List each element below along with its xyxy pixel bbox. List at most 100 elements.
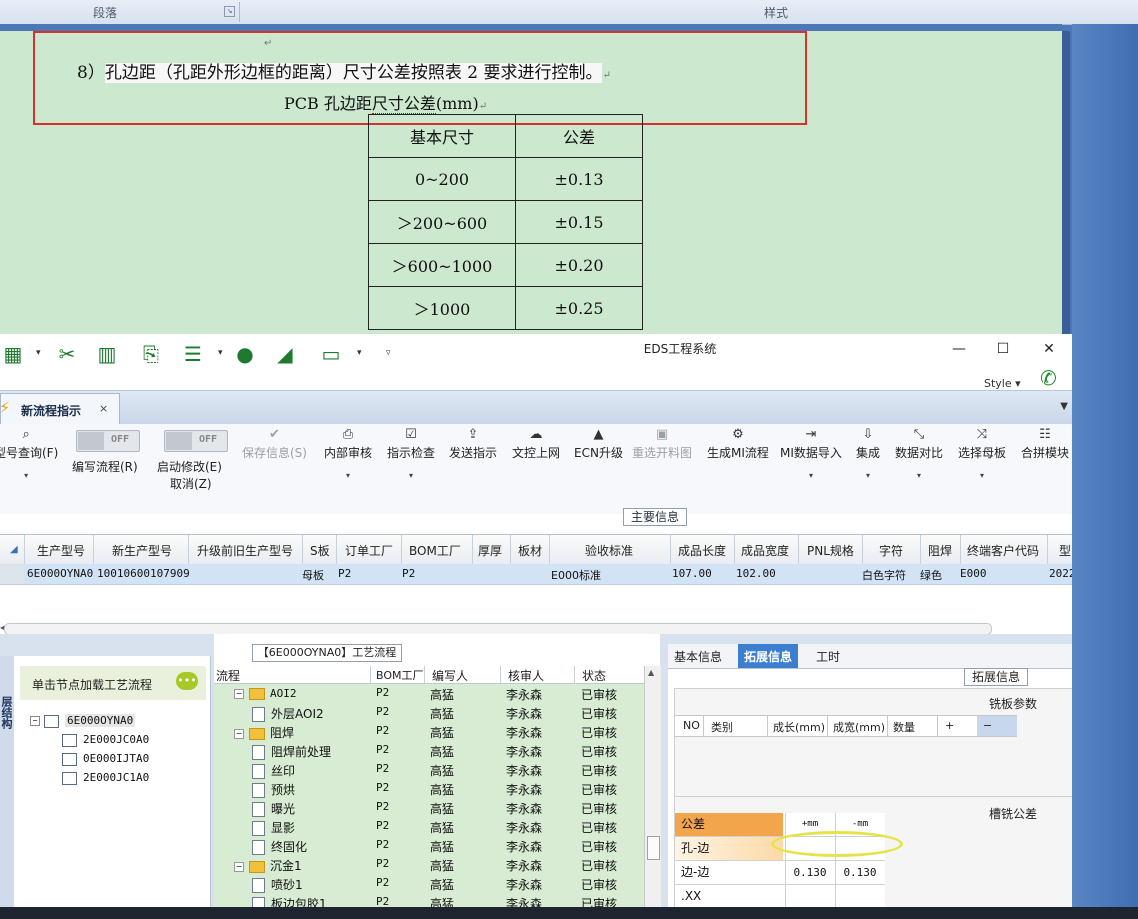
table-cell[interactable]: 公差 [515,114,643,158]
column-header[interactable]: 订单工厂 [345,542,393,559]
cell-s-board[interactable]: 母板 [302,567,324,583]
cancel-button[interactable]: 取消(Z) [170,475,212,492]
table-row[interactable]: 6E000OYNA0 10010600107909 母板 P2 P2 E000标… [0,564,1072,585]
column-header[interactable]: 编写人 [432,667,468,684]
select-mother-board-button[interactable]: ⤨ 选择母板 ▾ [958,426,1006,480]
scissors-icon[interactable]: ✂ [54,342,80,366]
cell-customer[interactable]: E000 [960,567,987,580]
flow-row[interactable]: − AOI2 P2 高猛 李永森 已审核 [214,684,644,703]
column-header[interactable]: 数量 [893,719,915,735]
tree-node-child[interactable]: 2E000JC1A0 [62,771,149,785]
tolerance-table[interactable]: 基本尺寸 公差 0~200 ±0.13 ＞200~600 ±0.15 ＞600~… [368,114,643,330]
flow-row[interactable]: 预烘 P2 高猛 李永森 已审核 [214,779,644,798]
tab-work-hours[interactable]: 工时 [816,648,840,665]
collapse-icon[interactable]: − [234,728,244,739]
close-tab-icon[interactable]: × [99,402,108,415]
flow-row[interactable]: − 沉金1 P2 高猛 李永森 已审核 [214,855,644,874]
flow-row[interactable]: − 阻焊 P2 高猛 李永森 已审核 [214,722,644,741]
column-header[interactable]: 成品长度 [678,542,726,559]
column-header[interactable]: BOM工厂 [376,667,424,683]
row-selector[interactable] [0,564,24,584]
cell-width[interactable]: 102.00 [736,567,776,580]
column-header[interactable]: 新生产型号 [112,542,172,559]
column-header[interactable]: 成长(mm) [773,719,825,735]
monitor-icon[interactable]: ▭ [318,342,344,366]
grid-icon[interactable]: ▦ [0,342,26,366]
user-icon[interactable]: ● [232,342,258,366]
add-row-button[interactable]: + [945,719,954,732]
column-header[interactable]: 升级前旧生产型号 [197,542,293,559]
flow-row[interactable]: 外层AOI2 P2 高猛 李永森 已审核 [214,703,644,722]
tolerance-minus-input[interactable]: 0.130 [835,861,884,884]
column-header[interactable]: 生产型号 [37,542,85,559]
tab-new-flow-instruction[interactable]: ⚡ 新流程指示 × [0,393,120,426]
list-icon[interactable]: ☰ [180,342,206,366]
cell-new-model[interactable]: 10010600107909 [97,567,190,580]
cell-mask[interactable]: 绿色 [920,567,942,583]
collapse-icon[interactable]: − [234,861,244,872]
remove-row-button[interactable]: − [977,716,1017,736]
vertical-scrollbar[interactable]: ▲ [644,666,661,919]
film-icon[interactable]: ▥ [94,342,120,366]
table-cell[interactable]: ±0.25 [515,286,643,330]
model-query-button[interactable]: ⌕ 型号查询(F) ▾ [0,426,58,480]
tolerance-plus-input[interactable]: 0.130 [785,861,834,884]
tab-extension-info[interactable]: 拓展信息 [738,644,799,668]
cell-extra[interactable]: 2022 [1049,567,1072,580]
clipboard-icon[interactable]: ⎘ [138,342,164,366]
send-instruction-button[interactable]: ⇪ 发送指示 [449,426,497,461]
tree-node-child[interactable]: 2E000JC0A0 [62,733,149,747]
chevron-down-icon[interactable]: ▾ [357,348,362,358]
tolerance-minus-input[interactable] [835,885,884,908]
chevron-down-icon[interactable]: ▾ [36,348,41,358]
tree-node-child[interactable]: 0E000IJTA0 [62,752,149,766]
column-header[interactable]: PNL规格 [807,542,854,559]
upload-docs-button[interactable]: ☁ 文控上网 [512,426,560,461]
chevron-down-icon[interactable]: ▾ [218,348,223,358]
table-cell[interactable]: ±0.20 [515,243,643,287]
scroll-thumb[interactable] [647,836,660,860]
minimize-button[interactable]: — [945,340,973,358]
flow-row[interactable]: 丝印 P2 高猛 李永森 已审核 [214,760,644,779]
cell-char[interactable]: 白色字符 [862,567,906,583]
column-header[interactable]: 类别 [711,719,733,735]
flow-row[interactable]: 终固化 P2 高猛 李永森 已审核 [214,836,644,855]
quick-access-dropdown-icon[interactable]: ▿ [386,348,391,358]
table-cell[interactable]: ＞600~1000 [368,243,516,287]
table-cell[interactable]: ±0.13 [515,157,643,201]
column-header[interactable]: 流程 [216,667,240,684]
column-header[interactable]: 板材 [518,542,542,559]
phone-icon[interactable]: ✆ [1040,366,1057,390]
table-cell[interactable]: ＞200~600 [368,200,516,244]
cell-length[interactable]: 107.00 [672,567,712,580]
dialog-launcher-icon[interactable]: ↘ [224,6,235,17]
table-cell[interactable]: ±0.15 [515,200,643,244]
column-header[interactable]: 阻焊 [928,542,952,559]
cell-model[interactable]: 6E000OYNA0 [27,567,93,580]
save-info-button[interactable]: ✔ 保存信息(S) [242,426,307,461]
column-header[interactable]: 成宽(mm) [833,719,885,735]
column-header[interactable]: 终端客户代码 [967,542,1039,559]
collapse-icon[interactable]: − [30,716,40,726]
collapse-icon[interactable]: − [234,688,244,699]
tolerance-row[interactable]: 边-边 0.130 0.130 [675,861,885,885]
cell-standard[interactable]: E000标准 [551,567,601,583]
flow-row[interactable]: 阻焊前处理 P2 高猛 李永森 已审核 [214,741,644,760]
integrate-button[interactable]: ⇩ 集成 ▾ [856,426,880,480]
internal-review-button[interactable]: ⎙ 内部审核 ▾ [324,426,372,480]
scroll-up-icon[interactable]: ▲ [648,668,654,677]
ecn-upgrade-button[interactable]: ▲ ECN升级 [574,426,623,461]
flow-row[interactable]: 喷砂1 P2 高猛 李永森 已审核 [214,874,644,893]
enable-modify-toggle[interactable]: OFF [164,430,228,452]
column-header[interactable]: 状态 [582,667,606,684]
table-cell[interactable]: 基本尺寸 [368,114,516,158]
column-header[interactable]: 厚厚 [478,542,502,559]
close-button[interactable]: ✕ [1035,340,1063,358]
edit-flow-toggle[interactable]: OFF [76,430,140,452]
column-header[interactable]: BOM工厂 [409,542,461,559]
merge-module-button[interactable]: ☷ 合拼模块 [1021,426,1069,461]
column-header[interactable]: NO [683,719,700,732]
gen-mi-flow-button[interactable]: ⚙ 生成MI流程 [707,426,769,461]
column-header[interactable]: S板 [310,542,330,559]
column-header[interactable]: 字符 [879,542,903,559]
